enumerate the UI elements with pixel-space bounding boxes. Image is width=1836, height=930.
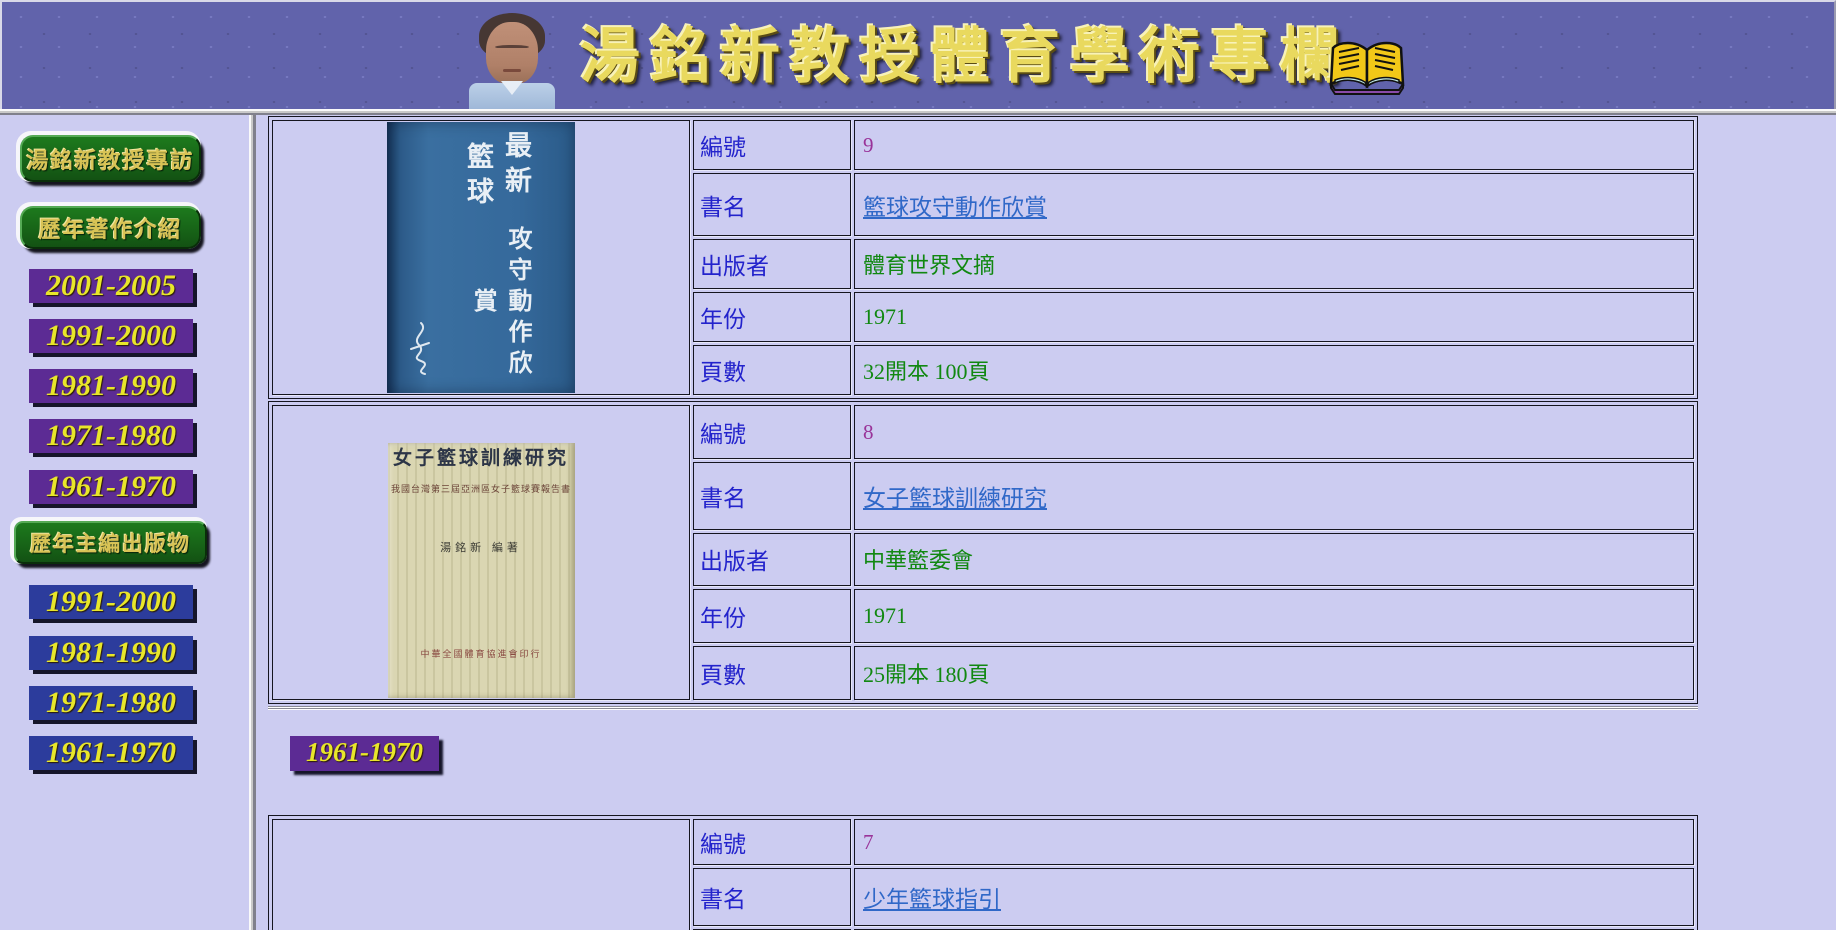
book-cover-cell: 女子籃球訓練研究 我國台灣第三屆亞洲區女子籃球賽報告書 湯銘新 編著 中華全國體… [272, 405, 690, 700]
field-label-pages: 頁數 [693, 646, 851, 700]
sidebar-year-1991-2000[interactable]: 1991-2000 [29, 319, 193, 353]
sidebar-item-label: 歷年主編出版物 [30, 528, 191, 558]
book-cover-cell: 籃球 最新 攻守動作欣賞 [272, 120, 690, 395]
professor-photo [465, 13, 559, 109]
book-cover-cell [272, 819, 690, 930]
sidebar-year-2001-2005[interactable]: 2001-2005 [29, 269, 193, 303]
book-id-value: 7 [863, 830, 874, 854]
book-table-8: 女子籃球訓練研究 我國台灣第三屆亞洲區女子籃球賽報告書 湯銘新 編著 中華全國體… [268, 401, 1698, 704]
frame-divider-vertical [249, 115, 256, 930]
sidebar-year-1971-1980[interactable]: 1971-1980 [29, 419, 193, 453]
book-title-link[interactable]: 籃球攻守動作欣賞 [863, 195, 1047, 220]
book-table-7: 編號 7 書名 少年籃球指引 出版者 年份 頁數 [268, 815, 1698, 930]
section-badge-1961-1970: 1961-1970 [290, 736, 439, 771]
main-content: 籃球 最新 攻守動作欣賞 編號 9 書名 籃球攻守動作欣賞 出版者 體育世界文摘… [256, 115, 1836, 930]
sidebar-pub-year-1991-2000[interactable]: 1991-2000 [29, 585, 193, 619]
field-label-year: 年份 [693, 292, 851, 342]
header-frame: 湯銘新教授體育學術專欄 [0, 0, 1836, 109]
field-label-id: 編號 [693, 120, 851, 170]
sidebar-item-label: 湯銘新教授專訪 [26, 143, 194, 175]
sidebar-year-1961-1970[interactable]: 1961-1970 [29, 470, 193, 504]
sidebar-year-1981-1990[interactable]: 1981-1990 [29, 369, 193, 403]
book-title-link[interactable]: 女子籃球訓練研究 [863, 486, 1047, 511]
field-label-publisher: 出版者 [693, 239, 851, 289]
field-label-publisher: 出版者 [693, 533, 851, 587]
field-label-id: 編號 [693, 819, 851, 865]
open-book-icon [1325, 32, 1409, 101]
book-year-value: 1971 [863, 304, 907, 329]
book-cover-image-9: 籃球 最新 攻守動作欣賞 [387, 122, 575, 393]
book-publisher-value: 中華籃委會 [863, 548, 973, 573]
sidebar-item-publications[interactable]: 歷年主編出版物 [14, 521, 207, 564]
book-id-value: 8 [863, 420, 874, 444]
page-title: 湯銘新教授體育學術專欄 [580, 16, 1340, 98]
book-pages-value: 32開本 100頁 [863, 359, 990, 384]
field-label-pages: 頁數 [693, 345, 851, 395]
sidebar-item-label: 歷年著作介紹 [38, 212, 182, 244]
sidebar-item-works[interactable]: 歷年著作介紹 [20, 206, 201, 249]
book-publisher-value: 體育世界文摘 [863, 253, 995, 278]
book-id-value: 9 [863, 133, 874, 157]
book-table-9: 籃球 最新 攻守動作欣賞 編號 9 書名 籃球攻守動作欣賞 出版者 體育世界文摘… [268, 116, 1698, 399]
book-cover-image-8: 女子籃球訓練研究 我國台灣第三屆亞洲區女子籃球賽報告書 湯銘新 編著 中華全國體… [388, 443, 575, 698]
field-label-year: 年份 [693, 589, 851, 643]
signature-mark [403, 319, 437, 377]
book-year-value: 1971 [863, 603, 907, 628]
sidebar-pub-year-1971-1980[interactable]: 1971-1980 [29, 686, 193, 720]
field-label-title: 書名 [693, 462, 851, 530]
sidebar: 湯銘新教授專訪 歷年著作介紹 2001-2005 1991-2000 1981-… [0, 115, 249, 930]
sidebar-pub-year-1981-1990[interactable]: 1981-1990 [29, 636, 193, 670]
sidebar-pub-year-1961-1970[interactable]: 1961-1970 [29, 736, 193, 770]
sidebar-item-interview[interactable]: 湯銘新教授專訪 [20, 135, 201, 182]
field-label-title: 書名 [693, 868, 851, 926]
book-title-link[interactable]: 少年籃球指引 [863, 887, 1001, 912]
field-label-title: 書名 [693, 173, 851, 236]
field-label-id: 編號 [693, 405, 851, 459]
book-pages-value: 25開本 180頁 [863, 662, 990, 687]
